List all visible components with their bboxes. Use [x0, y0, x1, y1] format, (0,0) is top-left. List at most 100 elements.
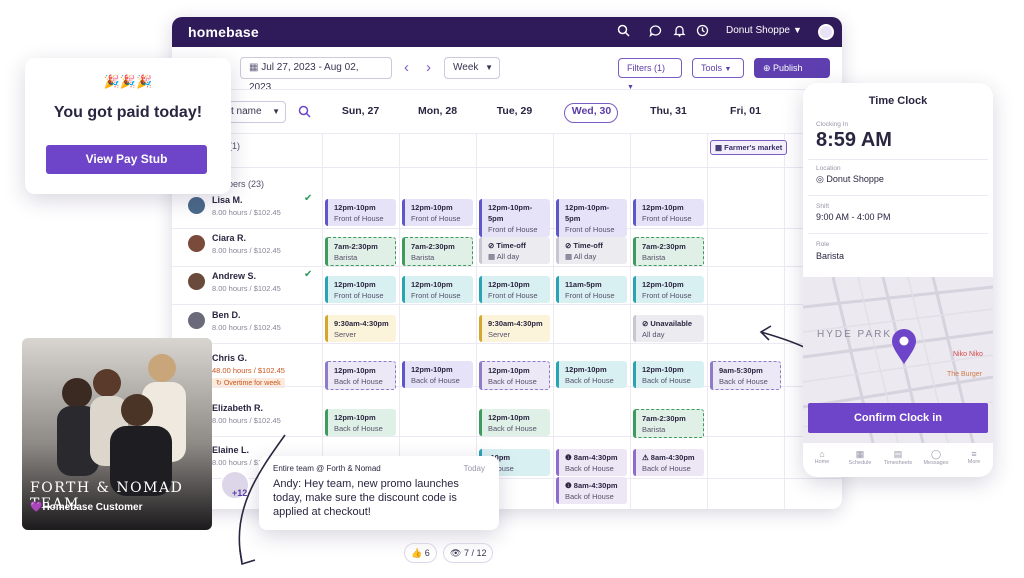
employee-row[interactable]: Ciara R. 8.00 hours / $102.45 — [172, 229, 322, 265]
publish-button[interactable]: ⊕ Publish (14) — [754, 58, 830, 91]
shift-block[interactable]: 9am-5:30pm Back of House — [710, 361, 781, 390]
location-label: Location — [816, 165, 841, 172]
day-header[interactable]: Fri, 01 — [707, 105, 784, 117]
shift-position: Barista — [334, 253, 358, 262]
shift-position: Barista — [642, 425, 666, 434]
shift-block[interactable]: 12pm-10pm Front of House — [633, 199, 704, 226]
chevron-down-icon[interactable]: ▼ — [793, 25, 802, 35]
employee-row[interactable]: Lisa M. 8.00 hours / $102.45 ✔ — [172, 191, 322, 227]
shift-block[interactable]: 12pm-10pm Front of House — [325, 199, 396, 226]
shift-block[interactable]: 12pm-10pm Front of House — [402, 199, 473, 226]
grid-column-line — [630, 133, 631, 509]
employee-name: Elizabeth R. — [212, 403, 264, 413]
tools-button[interactable]: Tools ▼ — [692, 58, 744, 78]
nav-item-messages[interactable]: ◯ Messages — [917, 449, 955, 466]
grid-column-line — [707, 133, 708, 509]
event-chip[interactable]: ▦ Farmer's market — [710, 140, 788, 155]
day-header[interactable]: Mon, 28 — [399, 105, 476, 117]
shift-block[interactable]: 9:30am-4:30pm Server — [479, 315, 550, 342]
search-icon[interactable] — [615, 24, 631, 40]
brand-logo[interactable]: homebase — [188, 24, 259, 40]
shift-block[interactable]: 7am-2:30pm Barista — [402, 237, 473, 266]
shift-position: Front of House — [565, 291, 615, 300]
date-range-picker[interactable]: ▦ Jul 27, 2023 - Aug 02, 2023 — [240, 57, 392, 93]
day-header[interactable]: Tue, 29 — [476, 105, 553, 117]
avatar — [188, 312, 205, 329]
clock-history-icon[interactable] — [694, 24, 710, 40]
shift-block[interactable]: 12pm-10pm-5pm Front of House — [556, 199, 627, 237]
shift-block[interactable]: 12pm-10pm Back of House — [479, 409, 550, 436]
employee-hours: 8.00 hours / $102.45 — [212, 246, 281, 255]
shift-block[interactable]: 11am-5pm Front of House — [556, 276, 627, 303]
shift-time: 7am-2:30pm — [642, 414, 686, 423]
day-header[interactable]: Wed, 30 — [553, 105, 630, 117]
top-bar: homebase Donut Shoppe ▼ — [172, 17, 842, 47]
shift-position: Barista — [642, 253, 666, 262]
shift-block[interactable]: 7am-2:30pm Barista — [325, 237, 396, 266]
view-pay-stub-button[interactable]: View Pay Stub — [46, 145, 207, 174]
shift-block[interactable]: 12pm-10pm-5pm Front of House — [479, 199, 550, 237]
employee-row[interactable]: Andrew S. 8.00 hours / $102.45 ✔ — [172, 267, 322, 303]
shift-block[interactable]: 12pm-10pm Back of House — [479, 361, 550, 390]
check-icon: ✔ — [304, 193, 313, 204]
shift-position: Front of House — [488, 291, 538, 300]
shift-block[interactable]: 12pm-10pm Front of House — [633, 276, 704, 303]
divider — [172, 133, 842, 134]
tools-label: Tools — [701, 63, 723, 73]
filters-button[interactable]: Filters (1) ▼ — [618, 58, 682, 91]
shift-block[interactable]: 12pm-10pm Back of House — [633, 361, 704, 388]
reaction-like[interactable]: 👍 6 — [404, 543, 437, 563]
prev-week-arrow-icon[interactable]: ‹ — [404, 59, 409, 76]
nav-item-label: Schedule — [848, 460, 872, 466]
shift-block[interactable]: 7am-2:30pm Barista — [633, 409, 704, 438]
shift-block[interactable]: ⚠ 8am-4:30pm Back of House — [633, 449, 704, 476]
next-week-arrow-icon[interactable]: › — [426, 59, 431, 76]
shift-block[interactable]: 7am-2:30pm Barista — [633, 237, 704, 266]
message-time: Today — [463, 464, 485, 473]
shift-time: ⊘ Time-off — [488, 241, 526, 250]
shift-position: Back of House — [642, 464, 691, 473]
nav-item-more[interactable]: ≡ More — [955, 449, 993, 465]
sort-select[interactable]: t name ▼ — [222, 101, 286, 123]
shift-position: Front of House — [642, 214, 692, 223]
shift-block[interactable]: 12pm-10pm Back of House — [325, 361, 396, 390]
reaction-seen[interactable]: 👁 7 / 12 — [443, 543, 494, 563]
shift-block[interactable]: ⊘ Time-off ▦ All day — [556, 237, 627, 264]
employee-hours: 8.00 hours / $102.45 — [212, 284, 281, 293]
view-select[interactable]: Week ▼ — [444, 57, 500, 79]
shift-block[interactable]: 12pm-10pm Front of House — [402, 276, 473, 303]
bottom-nav: ⌂ Home ▦ Schedule ▤ Timesheets ◯ Messages ≡ More — [803, 445, 993, 477]
divider — [808, 233, 988, 234]
day-header[interactable]: Sun, 27 — [322, 105, 399, 117]
shift-block[interactable]: 12pm-10pm Front of House — [479, 276, 550, 303]
shift-block[interactable]: 12pm-10pm Front of House — [325, 276, 396, 303]
shift-block[interactable]: 12pm-10pm Back of House — [325, 409, 396, 436]
curved-arrow-icon — [238, 434, 286, 566]
store-selector[interactable]: Donut Shoppe — [726, 25, 790, 36]
shift-time: 12pm-10pm — [334, 280, 376, 289]
shift-block[interactable]: ❶ 8am-4:30pm Back of House — [556, 449, 627, 476]
nav-item-schedule[interactable]: ▦ Schedule — [841, 449, 879, 466]
avatar[interactable] — [818, 24, 834, 40]
confirm-clock-in-button[interactable]: Confirm Clock in — [808, 403, 988, 433]
nav-item-timesheets[interactable]: ▤ Timesheets — [879, 449, 917, 466]
reaction-seen-count: 7 / 12 — [463, 548, 487, 558]
chat-icon[interactable] — [647, 24, 663, 40]
shift-block[interactable]: 9:30am-4:30pm Server — [325, 315, 396, 342]
day-header[interactable]: Thu, 31 — [630, 105, 707, 117]
nav-item-home[interactable]: ⌂ Home — [803, 449, 841, 465]
shift-block[interactable]: ⊘ Time-off ▦ All day — [479, 237, 550, 264]
shift-time: 12pm-10pm — [642, 365, 684, 374]
shift-block[interactable]: ❶ 8am-4:30pm Back of House — [556, 477, 627, 504]
bell-icon[interactable] — [671, 24, 687, 40]
employee-row[interactable]: Ben D. 8.00 hours / $102.45 — [172, 306, 322, 342]
shift-block[interactable]: ⊘ Unavailable All day — [633, 315, 704, 342]
employee-name: Chris G. — [212, 353, 248, 363]
filters-label: Filters (1) — [627, 63, 665, 73]
shift-block[interactable]: 12pm-10pm Back of House — [556, 361, 627, 388]
search-icon[interactable] — [298, 105, 311, 123]
shift-block[interactable]: 12pm-10pm Back of House — [402, 361, 473, 388]
calendar-icon: ▦ — [715, 143, 725, 152]
shift-position: Back of House — [719, 377, 768, 386]
shift-position: Front of House — [565, 225, 615, 234]
